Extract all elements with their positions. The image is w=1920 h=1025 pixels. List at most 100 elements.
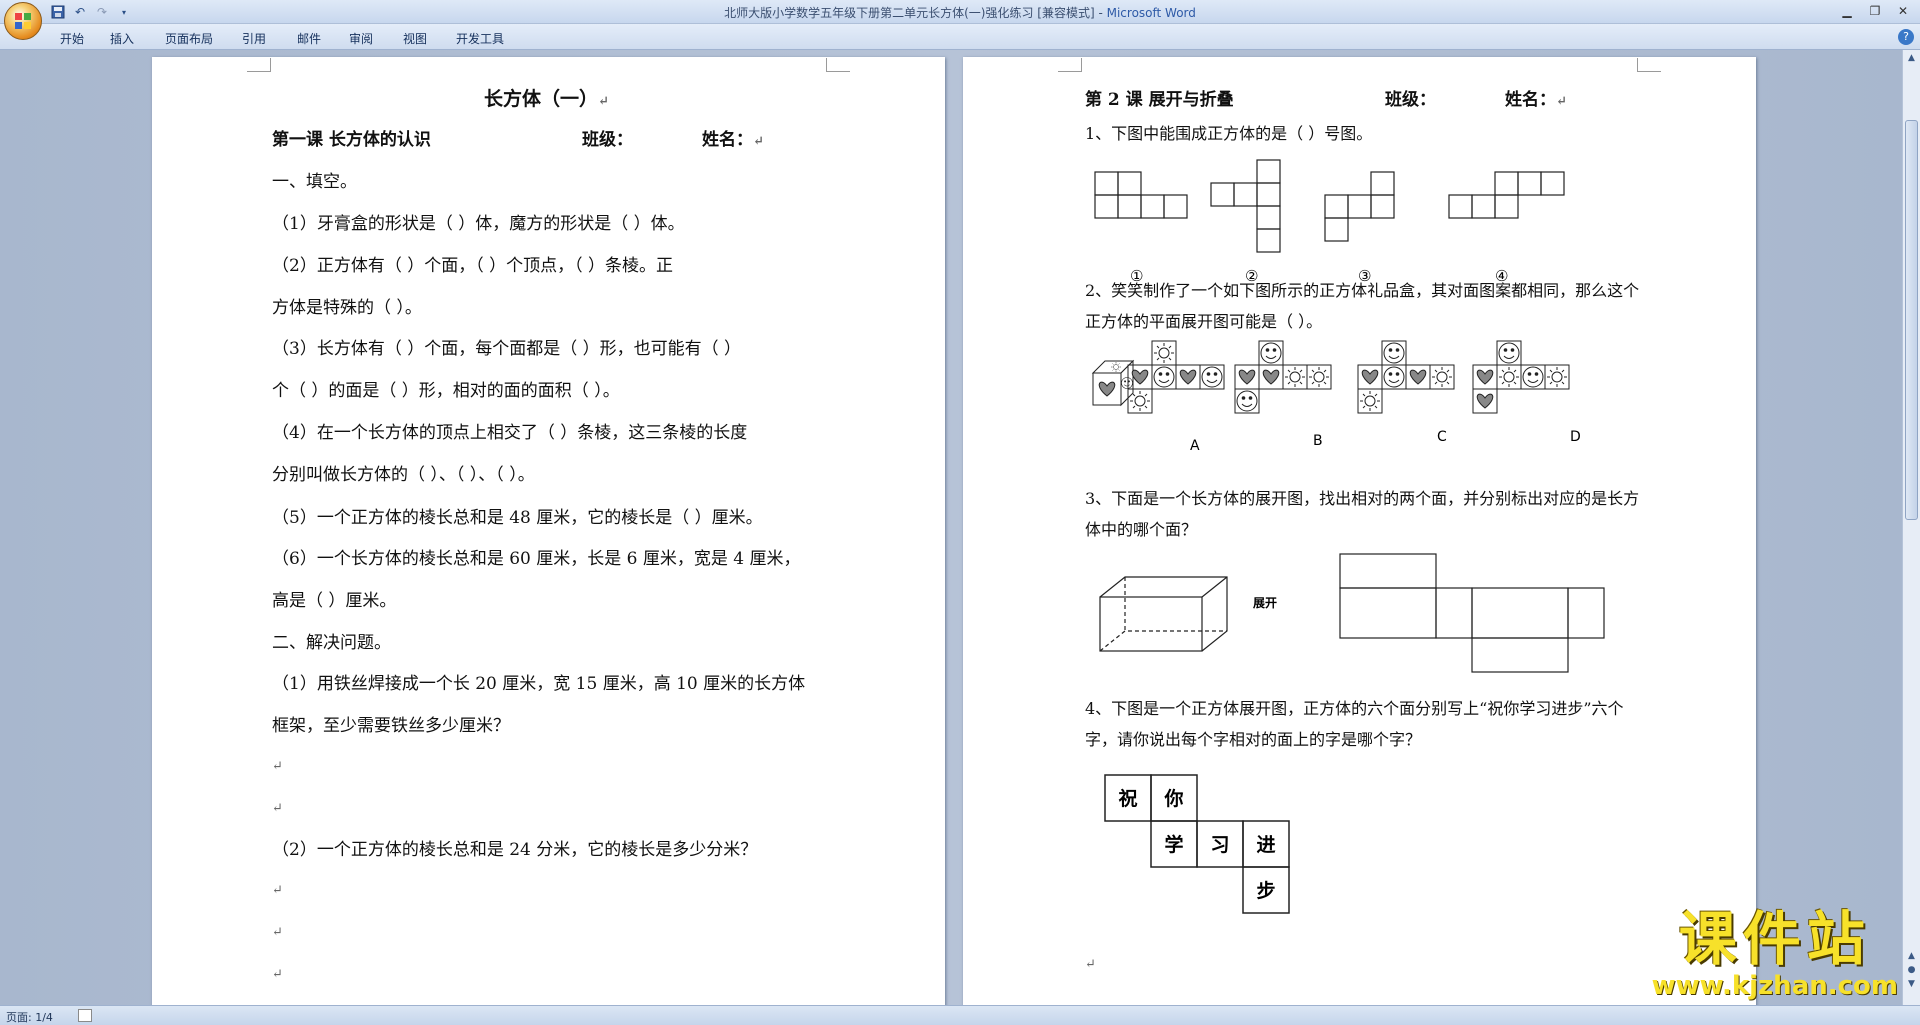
tab-references[interactable]: 引用	[242, 28, 297, 49]
office-button[interactable]	[4, 2, 42, 40]
margin-mark	[826, 58, 850, 72]
name-label: 姓名：↵	[702, 125, 764, 150]
office-logo-icon	[15, 13, 31, 29]
tab-review[interactable]: 审阅	[349, 28, 403, 49]
character-net-figure: 祝 你 学 习 进 步	[1104, 774, 1290, 914]
option-label: C	[1437, 429, 1447, 445]
paragraph-mark: ↵	[272, 801, 283, 816]
option-label: B	[1313, 433, 1323, 449]
tab-mailings[interactable]: 邮件	[297, 28, 349, 49]
gift-box-figure: A B C D	[1091, 340, 1581, 454]
margin-mark	[1637, 58, 1661, 72]
net-char: 习	[1210, 834, 1229, 856]
net-4	[1448, 171, 1565, 219]
select-browse-object-icon[interactable]: ●	[1905, 964, 1918, 977]
p2-question-3-line-2: 体中的哪个面？	[1085, 520, 1198, 539]
question-3-line-2: 个（ ）的面是（ ）形，相对的面的面积（ ）。	[272, 381, 620, 401]
question-6-line-2: 高是（ ）厘米。	[272, 591, 397, 611]
question-3-line-1: （3）长方体有（ ）个面，每个面都是（ ）形，也可能有（ ）	[272, 339, 742, 359]
option-label: D	[1570, 429, 1581, 445]
close-button[interactable]: ✕	[1890, 2, 1916, 20]
net-char: 进	[1256, 834, 1275, 856]
page-title-text: 长方体（一）	[484, 88, 599, 110]
window-controls: ▁ ❐ ✕	[1834, 2, 1916, 20]
page-title: 长方体（一）↵	[484, 84, 609, 111]
next-page-icon[interactable]: ▼	[1905, 978, 1918, 991]
tab-view[interactable]: 视图	[403, 28, 456, 49]
watermark-logo: 课件站 www.kjzhan.com	[1652, 907, 1898, 1001]
question-1: （1）牙膏盒的形状是（ ）体，魔方的形状是（ ）体。	[272, 214, 685, 234]
document-page-2: 第 2 课 展开与折叠 班级： 姓名：↵ 1、下图中能围成正方体的是（ ）号图。	[963, 57, 1756, 1005]
lesson-heading: 第一课 长方体的认识	[272, 130, 431, 150]
p2-question-1: 1、下图中能围成正方体的是（ ）号图。	[1085, 124, 1373, 143]
scroll-up-icon[interactable]: ▲	[1905, 52, 1918, 65]
net-char: 学	[1164, 833, 1183, 856]
net-b	[1234, 340, 1332, 414]
name-label-text: 姓名：	[702, 130, 753, 150]
net-char: 你	[1163, 787, 1183, 810]
help-icon[interactable]: ?	[1898, 29, 1914, 45]
cuboid	[1099, 576, 1228, 652]
class-label: 班级：	[1385, 90, 1436, 110]
document-workspace: 长方体（一）↵ 第一课 长方体的认识 班级： 姓名：↵ 一、填空。 （1）牙膏盒…	[0, 50, 1902, 1005]
vertical-scrollbar[interactable]: ▲ ▲ ● ▼	[1902, 50, 1920, 1005]
paragraph-mark: ↵	[272, 883, 283, 898]
option-label: A	[1190, 438, 1200, 454]
tab-insert[interactable]: 插入	[110, 28, 165, 49]
margin-mark	[1058, 58, 1082, 72]
problem-1-line-1: （1）用铁丝焊接成一个长 20 厘米，宽 15 厘米，高 10 厘米的长方体	[272, 674, 806, 694]
cuboid-net	[1339, 553, 1605, 673]
problem-1-line-2: 框架，至少需要铁丝多少厘米？	[272, 716, 510, 736]
net-d	[1472, 340, 1570, 414]
page-count[interactable]: 页面: 1/4	[6, 1009, 53, 1025]
word-window: ↶ ↷ ▾ 北师大版小学数学五年级下册第二单元长方体(一)强化练习 [兼容模式]…	[0, 0, 1920, 1025]
document-title: 北师大版小学数学五年级下册第二单元长方体(一)强化练习 [兼容模式] -	[724, 6, 1107, 20]
problem-2: （2）一个正方体的棱长总和是 24 分米，它的棱长是多少分米？	[272, 840, 758, 860]
p2-question-3-line-1: 3、下面是一个长方体的展开图，找出相对的两个面，并分别标出对应的是长方	[1085, 489, 1640, 508]
ribbon-tabs: 开始 插入 页面布局 引用 邮件 审阅 视图 开发工具	[52, 28, 526, 49]
paragraph-mark: ↵	[1556, 94, 1567, 109]
unfold-label: 展开	[1253, 596, 1277, 610]
question-5: （5）一个正方体的棱长总和是 48 厘米，它的棱长是（ ）厘米。	[272, 508, 763, 528]
net-char: 祝	[1118, 787, 1137, 810]
title-bar: ↶ ↷ ▾ 北师大版小学数学五年级下册第二单元长方体(一)强化练习 [兼容模式]…	[0, 0, 1920, 24]
net-a	[1127, 340, 1225, 414]
watermark-url: www.kjzhan.com	[1651, 971, 1898, 1001]
tab-page-layout[interactable]: 页面布局	[165, 28, 242, 49]
name-label-text: 姓名：	[1505, 90, 1556, 110]
net-2	[1210, 159, 1281, 253]
cube-nets-figure: ① ② ③ ④	[1094, 159, 1565, 285]
question-4-line-2: 分别叫做长方体的（ ）、（ ）、（ ）。	[272, 465, 535, 485]
scrollbar-thumb[interactable]	[1905, 120, 1918, 520]
question-2-line-1: （2）正方体有（ ）个面，（ ）个顶点，（ ）条棱。正	[272, 256, 674, 276]
proofing-icon[interactable]	[78, 1009, 92, 1022]
class-label: 班级：	[582, 130, 633, 150]
p2-question-2-line-2: 正方体的平面展开图可能是（ ）。	[1085, 312, 1323, 331]
question-4-line-1: （4）在一个长方体的顶点上相交了（ ）条棱，这三条棱的长度	[272, 423, 748, 443]
tab-home[interactable]: 开始	[60, 28, 110, 49]
question-2-line-2: 方体是特殊的（ ）。	[272, 298, 422, 318]
net-char: 步	[1256, 880, 1275, 902]
paragraph-mark: ↵	[272, 967, 283, 982]
section-fill-blanks: 一、填空。	[272, 172, 357, 192]
question-6-line-1: （6）一个长方体的棱长总和是 60 厘米，长是 6 厘米，宽是 4 厘米，	[272, 549, 801, 569]
status-bar: 页面: 1/4	[0, 1005, 1920, 1025]
paragraph-mark: ↵	[1085, 957, 1096, 972]
paragraph-mark: ↵	[753, 134, 764, 149]
paragraph-mark: ↵	[272, 759, 283, 774]
tab-developer[interactable]: 开发工具	[456, 28, 526, 49]
lesson-heading: 第 2 课 展开与折叠	[1085, 90, 1234, 110]
app-name: Microsoft Word	[1106, 6, 1196, 20]
net-3	[1324, 171, 1395, 242]
name-label: 姓名：↵	[1505, 85, 1567, 110]
net-1	[1094, 171, 1188, 219]
p2-question-4-line-1: 4、下图是一个正方体展开图，正方体的六个面分别写上“祝你学习进步”六个	[1085, 699, 1624, 718]
ribbon-tabs-bar: 开始 插入 页面布局 引用 邮件 审阅 视图 开发工具 ?	[0, 24, 1920, 50]
p2-question-4-line-2: 字，请你说出每个字相对的面上的字是哪个字？	[1085, 730, 1422, 749]
previous-page-icon[interactable]: ▲	[1905, 950, 1918, 963]
p2-question-2-line-1: 2、笑笑制作了一个如下图所示的正方体礼品盒，其对面图案都相同，那么这个	[1085, 281, 1640, 300]
restore-button[interactable]: ❐	[1862, 2, 1888, 20]
paragraph-mark: ↵	[598, 94, 609, 109]
minimize-button[interactable]: ▁	[1834, 2, 1860, 20]
gift-cube	[1091, 359, 1135, 407]
